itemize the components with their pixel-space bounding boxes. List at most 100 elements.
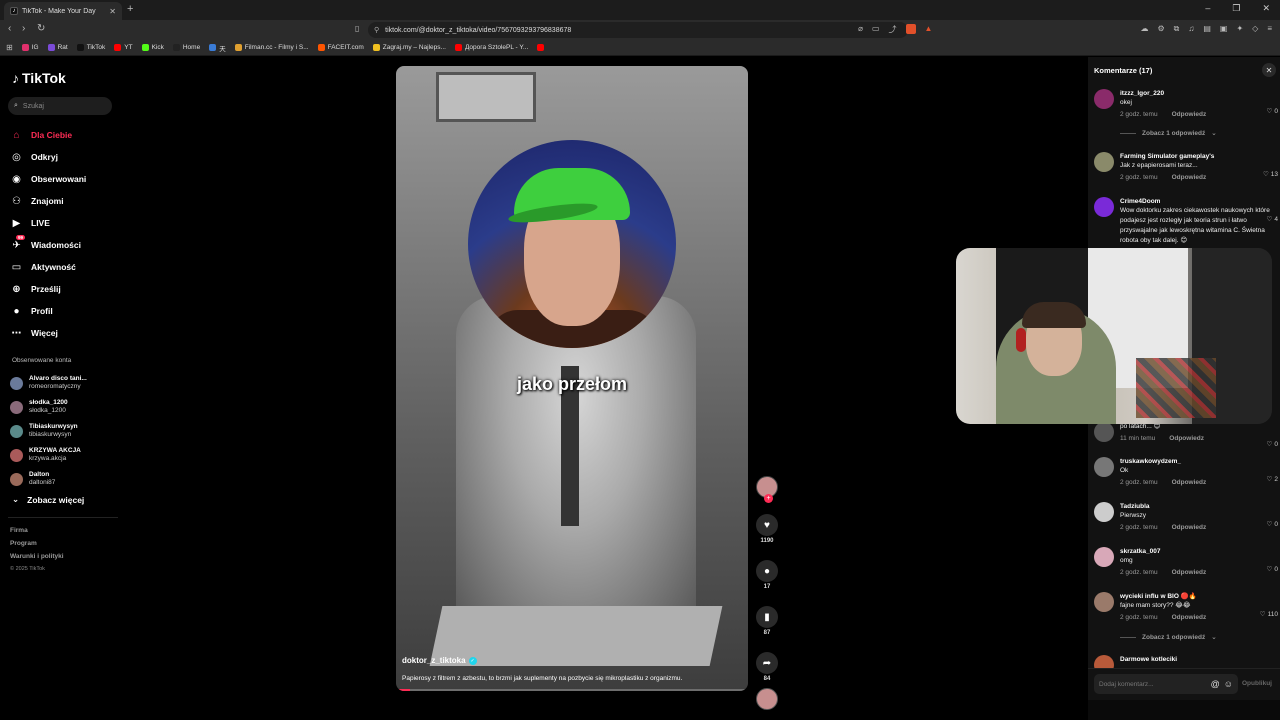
comment-like-button[interactable]: ♡ 4 <box>1267 215 1278 224</box>
bookmark-item[interactable]: Zagraj.my – Najleps... <box>372 44 446 51</box>
follow-plus-icon[interactable]: + <box>764 494 773 503</box>
see-more-button[interactable]: ⌄ Zobacz więcej <box>12 494 84 505</box>
bookmark-item[interactable]: Kick <box>141 44 164 51</box>
wallet-icon[interactable]: ▣ <box>1220 24 1228 35</box>
nav-item-activity[interactable]: ▭ Aktywność <box>10 256 120 278</box>
leo-icon[interactable]: ✦ <box>1236 24 1243 35</box>
footer-link-program[interactable]: Program <box>10 540 37 547</box>
search-input[interactable]: ⌕ Szukaj <box>8 97 112 115</box>
video-player[interactable]: jako przełom doktor_z_tiktoka ✓ Papieros… <box>396 66 748 691</box>
emoji-icon[interactable]: ☺ <box>1224 679 1233 689</box>
comment-like-button[interactable]: ♡ 0 <box>1267 107 1278 116</box>
reply-button[interactable]: Odpowiedz <box>1172 173 1207 183</box>
reload-icon[interactable]: ↻ <box>37 23 45 34</box>
bookmark-item[interactable]: FACEIT.com <box>317 44 364 51</box>
bookmark-item[interactable]: IG <box>21 44 39 51</box>
window-close-icon[interactable]: ✕ <box>1262 3 1270 14</box>
comment-username[interactable]: Crime4Doom <box>1120 197 1280 206</box>
maximize-icon[interactable]: ❐ <box>1232 3 1240 14</box>
cast-icon[interactable]: ▭ <box>872 24 880 35</box>
nav-item-friends[interactable]: ⚇ Znajomi <box>10 190 120 212</box>
post-comment-button[interactable]: Opublikuj <box>1242 680 1272 687</box>
forward-icon[interactable]: › <box>22 23 25 34</box>
video-progress-bar[interactable] <box>396 689 748 691</box>
comment-username[interactable]: wycieki influ w BIO 🔴🔥 <box>1120 592 1280 601</box>
vpn-icon[interactable]: ☁ <box>1140 24 1148 35</box>
commenter-avatar[interactable] <box>1094 592 1114 612</box>
followed-account[interactable]: KRZYWA AKCJA krzywa.akcja <box>10 443 120 467</box>
view-replies-button[interactable]: Zobacz 1 odpowiedź ⌄ <box>1120 633 1217 641</box>
bookmark-item[interactable]: Home <box>172 44 200 51</box>
minimize-icon[interactable]: – <box>1205 3 1210 14</box>
bookmark-page-icon[interactable]: ▯ <box>355 24 359 33</box>
reply-button[interactable]: Odpowiedz <box>1169 434 1204 444</box>
nav-item-live[interactable]: ▶ LIVE <box>10 212 120 234</box>
comment-username[interactable]: Darmowe kotleciki <box>1120 655 1280 664</box>
music-disc[interactable] <box>756 688 778 710</box>
commenter-avatar[interactable] <box>1094 502 1114 522</box>
extension-icon[interactable]: ⚙ <box>1157 24 1164 35</box>
share-button[interactable]: ➦ <box>756 652 778 674</box>
brave-shield-icon[interactable] <box>905 24 916 34</box>
followed-account[interactable]: słodka_1200 słodka_1200 <box>10 395 120 419</box>
address-bar[interactable]: ⚲ tiktok.com/@doktor_z_tiktoka/video/756… <box>368 22 908 38</box>
sidebar-toggle-icon[interactable]: ▤ <box>1203 24 1211 35</box>
reply-button[interactable]: Odpowiedz <box>1172 478 1207 488</box>
bookmark-item[interactable] <box>537 44 547 51</box>
nav-item-profile[interactable]: ● Profil <box>10 300 120 322</box>
reply-button[interactable]: Odpowiedz <box>1172 523 1207 533</box>
bookmark-item[interactable]: 天 <box>209 43 226 53</box>
bookmark-item[interactable]: YT <box>114 44 133 51</box>
comment-username[interactable]: Tadziubla <box>1120 502 1280 511</box>
bookmark-item[interactable]: Rat <box>47 44 68 51</box>
nav-item-home[interactable]: ⌂ Dla Ciebie <box>10 124 120 146</box>
close-comments-icon[interactable]: ✕ <box>1262 63 1276 77</box>
commenter-avatar[interactable] <box>1094 547 1114 567</box>
nav-item-compass[interactable]: ◎ Odkryj <box>10 146 120 168</box>
bookmark-item[interactable]: TikTok <box>76 44 105 51</box>
mute-icon[interactable]: ⌀ <box>858 24 863 35</box>
bookmark-item[interactable]: Дорога SztolePL - Y... <box>454 44 528 51</box>
comment-button[interactable]: ● <box>756 560 778 582</box>
bookmark-item[interactable]: Filman.cc - Filmy i S... <box>234 44 309 51</box>
rewards-icon[interactable]: ▲ <box>925 24 933 35</box>
creator-avatar[interactable]: + <box>756 476 778 503</box>
reply-button[interactable]: Odpowiedz <box>1172 568 1207 578</box>
commenter-avatar[interactable] <box>1094 422 1114 442</box>
like-button[interactable]: ♥ <box>756 514 778 536</box>
new-tab-icon[interactable]: + <box>127 3 133 15</box>
commenter-avatar[interactable] <box>1094 197 1114 217</box>
followed-account[interactable]: Alvaro disco tani... romeoromatyczny <box>10 371 120 395</box>
site-info-icon[interactable]: ⚲ <box>374 26 379 34</box>
comment-like-button[interactable]: ♡ 0 <box>1267 565 1278 574</box>
comment-username[interactable]: itzzz_lgor_220 <box>1120 89 1280 98</box>
apps-grid-icon[interactable]: ⊞ <box>6 43 13 52</box>
browser-tab[interactable]: ♪ TikTok - Make Your Day ✕ <box>4 2 122 20</box>
comment-like-button[interactable]: ♡ 13 <box>1263 170 1278 179</box>
view-replies-button[interactable]: Zobacz 1 odpowiedź ⌄ <box>1120 129 1217 137</box>
nav-item-more[interactable]: ⋯ Więcej <box>10 322 120 344</box>
tiktok-logo[interactable]: ♪ TikTok <box>12 70 66 86</box>
mention-icon[interactable]: @ <box>1211 679 1220 689</box>
comment-username[interactable]: Farming Simulator gameplay's <box>1120 152 1280 161</box>
puzzle-icon[interactable]: ⧉ <box>1174 24 1180 35</box>
comment-username[interactable]: truskawkowydzem_ <box>1120 457 1280 466</box>
commenter-avatar[interactable] <box>1094 89 1114 109</box>
footer-link-firma[interactable]: Firma <box>10 527 28 534</box>
comment-username[interactable]: skrzatka_007 <box>1120 547 1280 556</box>
followed-account[interactable]: Tibiaskurwysyn tibiaskurwysyn <box>10 419 120 443</box>
followed-account[interactable]: Dalton daltoni87 <box>10 467 120 491</box>
reply-button[interactable]: Odpowiedz <box>1172 110 1207 120</box>
comment-input[interactable]: Dodaj komentarz... @ ☺ <box>1094 674 1238 694</box>
shield-outline-icon[interactable]: ◇ <box>1252 24 1258 35</box>
nav-item-upload[interactable]: ⊕ Prześlij <box>10 278 120 300</box>
video-author[interactable]: doktor_z_tiktoka ✓ <box>402 656 477 665</box>
reply-button[interactable]: Odpowiedz <box>1172 613 1207 623</box>
nav-item-messages[interactable]: ✈ 99 Wiadomości <box>10 234 120 256</box>
comment-like-button[interactable]: ♡ 2 <box>1267 475 1278 484</box>
commenter-avatar[interactable] <box>1094 152 1114 172</box>
share-icon[interactable]: ⤴ <box>889 24 897 35</box>
comment-like-button[interactable]: ♡ 0 <box>1267 440 1278 449</box>
menu-icon[interactable]: ≡ <box>1267 24 1272 35</box>
comment-like-button[interactable]: ♡ 110 <box>1260 610 1278 619</box>
